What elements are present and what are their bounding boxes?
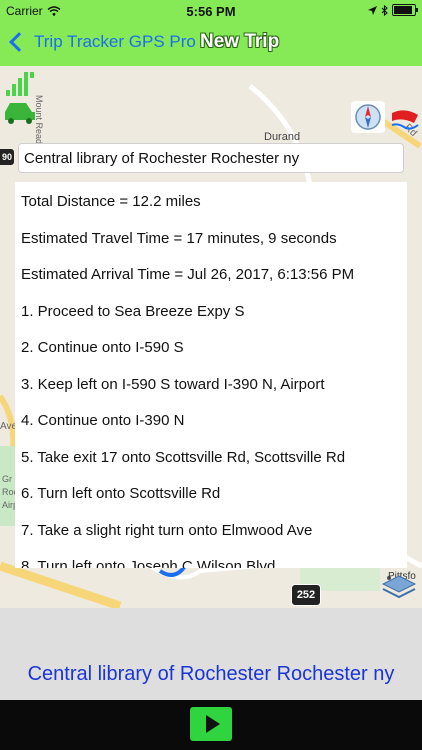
arrival-time: Estimated Arrival Time = Jul 26, 2017, 6…	[21, 266, 355, 283]
direction-step: 8. Turn left onto Joseph C Wilson Blvd	[21, 558, 276, 568]
car-signal-widget[interactable]	[2, 70, 38, 126]
direction-step: 1. Proceed to Sea Breeze Expy S	[21, 303, 245, 320]
direction-step: 6. Turn left onto Scottsville Rd	[21, 485, 221, 502]
map-label-gr: Gr	[2, 474, 12, 484]
compass-button[interactable]	[351, 101, 385, 133]
direction-step: 2. Continue onto I-590 S	[21, 339, 184, 356]
location-arrow-icon	[368, 5, 377, 15]
page-title: New Trip	[200, 31, 280, 52]
compass-icon	[355, 104, 381, 130]
travel-time: Estimated Travel Time = 17 minutes, 9 se…	[21, 230, 337, 247]
total-distance: Total Distance = 12.2 miles	[21, 193, 201, 210]
destination-label: Central library of Rochester Rochester n…	[27, 663, 395, 685]
map-label-durand: Durand	[264, 131, 301, 143]
status-time: 5:56 PM	[186, 4, 236, 19]
direction-step: 7. Take a slight right turn onto Elmwood…	[21, 522, 313, 539]
status-bar: Carrier 5:56 PM	[0, 0, 422, 22]
start-trip-button[interactable]	[190, 707, 232, 741]
back-button[interactable]: Trip Tracker GPS Pro	[8, 32, 196, 52]
destination-field[interactable]: Central library of Rochester Rochester n…	[18, 143, 404, 173]
signal-bars-icon	[6, 72, 34, 96]
direction-step: 4. Continue onto I-390 N	[21, 412, 185, 429]
back-button-label: Trip Tracker GPS Pro	[34, 32, 196, 51]
play-icon	[206, 715, 220, 733]
highway-badge-90: 90	[0, 149, 14, 165]
car-icon	[5, 103, 35, 124]
flag-icon[interactable]	[390, 103, 420, 133]
chevron-left-icon	[9, 32, 29, 52]
navigation-bar: Trip Tracker GPS Pro New Trip	[0, 22, 422, 66]
layers-icon[interactable]	[381, 572, 417, 602]
highway-badge-252: 252	[291, 584, 321, 606]
battery-icon	[392, 4, 418, 16]
bluetooth-icon	[381, 4, 388, 16]
direction-step: 5. Take exit 17 onto Scottsville Rd, Sco…	[21, 449, 346, 466]
directions-panel[interactable]: Total Distance = 12.2 miles Estimated Tr…	[15, 182, 407, 568]
direction-step: 3. Keep left on I-590 S toward I-390 N, …	[21, 376, 325, 393]
